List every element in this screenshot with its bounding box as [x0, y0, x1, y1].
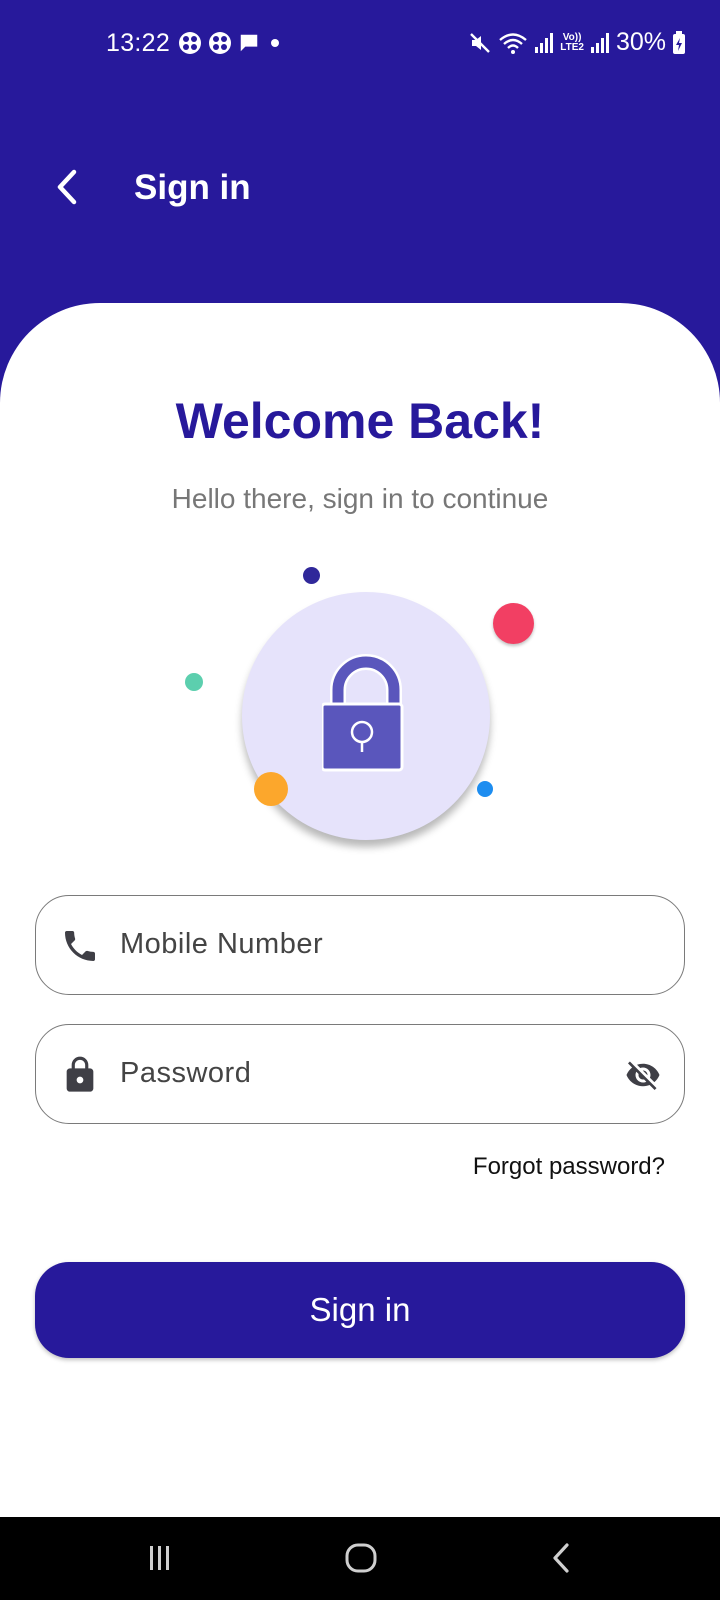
eye-off-icon[interactable] [622, 1057, 664, 1093]
phone-icon [65, 931, 95, 961]
home-button[interactable] [336, 1535, 386, 1581]
sign-in-button[interactable]: Sign in [35, 1262, 685, 1358]
back-arrow-icon [57, 169, 77, 205]
recent-apps-button[interactable] [135, 1535, 185, 1581]
decor-dot-orange [254, 772, 288, 806]
forgot-password-link[interactable]: Forgot password? [473, 1153, 665, 1181]
notification-icons [178, 31, 284, 55]
decor-dot-blue [477, 781, 493, 797]
signal-icon [590, 32, 609, 53]
volte-icon: Vo)) LTE2 [560, 31, 584, 53]
mute-icon [470, 32, 491, 53]
signal-icon [535, 32, 554, 53]
mobile-number-field[interactable]: Mobile Number [35, 895, 685, 995]
lock-icon [66, 1056, 94, 1092]
decor-dot-teal [185, 673, 203, 691]
battery-charging-icon [673, 30, 685, 54]
home-icon [345, 1543, 377, 1573]
page-title: Sign in [134, 168, 251, 207]
decor-dot-navy [303, 567, 320, 584]
app-notification-icon [209, 32, 231, 54]
padlock-icon [322, 654, 404, 772]
status-bar: 13:22 Vo)) LTE2 30% [0, 0, 720, 90]
system-nav-bar [0, 1517, 720, 1600]
back-button[interactable] [44, 164, 90, 210]
battery-percent: 30% [615, 28, 666, 56]
back-icon [553, 1543, 569, 1573]
notification-dot-icon [271, 39, 279, 47]
system-status-icons: Vo)) LTE2 30% [468, 28, 686, 57]
status-time: 13:22 [106, 29, 171, 57]
welcome-subtitle: Hello there, sign in to continue [171, 483, 549, 514]
password-field[interactable]: Password [35, 1024, 685, 1124]
message-icon [240, 34, 258, 52]
recent-apps-icon [150, 1546, 169, 1570]
mobile-number-placeholder: Mobile Number [120, 928, 324, 960]
wifi-icon [499, 32, 528, 54]
welcome-title: Welcome Back! [175, 393, 545, 449]
nav-back-button[interactable] [537, 1535, 587, 1581]
password-placeholder: Password [120, 1057, 252, 1089]
decor-dot-red [493, 603, 534, 644]
app-notification-icon [179, 32, 201, 54]
